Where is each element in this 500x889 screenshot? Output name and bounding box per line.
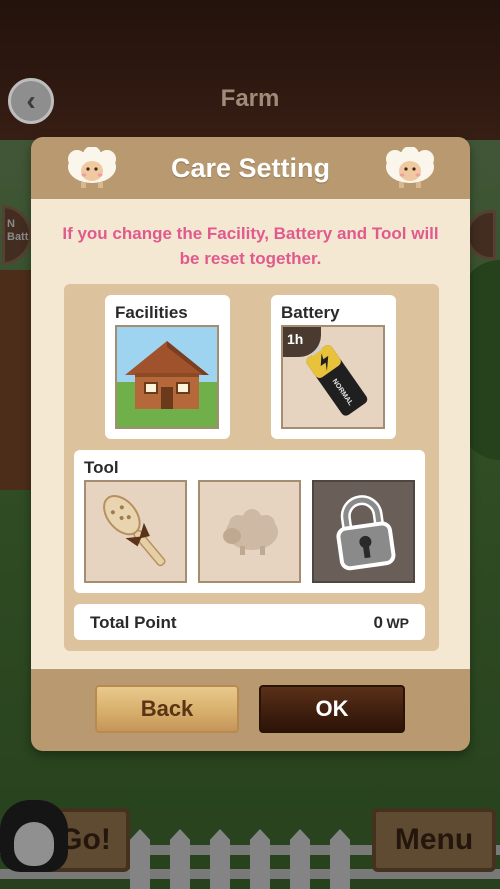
tool-slot-1[interactable]	[84, 480, 187, 583]
sheep-placeholder-icon	[223, 509, 278, 555]
sheep-icon	[68, 147, 116, 188]
tool-slot-2[interactable]	[198, 480, 301, 583]
dialog-title: Care Setting	[170, 152, 331, 183]
tool-label: Tool	[84, 458, 119, 477]
total-point-bar: Total Point 0 WP	[74, 604, 425, 640]
ok-button-label: OK	[315, 696, 349, 721]
back-button[interactable]: Back	[95, 685, 239, 733]
total-point-value: 0	[373, 613, 383, 632]
battery-label: Battery	[281, 303, 340, 322]
facility-slot[interactable]	[115, 325, 219, 429]
care-setting-dialog: Care Setting If you change the Facility,…	[31, 137, 470, 751]
dialog-header: Care Setting	[31, 137, 470, 199]
ok-button[interactable]: OK	[259, 685, 405, 733]
total-point-label: Total Point	[90, 613, 177, 632]
battery-slot[interactable]: 1h NORMAL	[281, 325, 385, 429]
sheep-icon	[386, 147, 434, 188]
tool-slot-3-locked[interactable]	[312, 480, 415, 583]
facilities-card[interactable]: Facilities	[105, 295, 230, 439]
facilities-label: Facilities	[115, 303, 188, 322]
back-button-label: Back	[140, 696, 194, 721]
total-point-unit: WP	[386, 615, 409, 631]
house-icon	[117, 327, 217, 427]
brush-icon	[103, 495, 166, 567]
reset-notice: If you change the Facility, Battery and …	[62, 224, 439, 268]
tool-card: Tool	[74, 450, 425, 593]
battery-card[interactable]: Battery 1h NORMAL	[271, 295, 396, 439]
lock-icon	[336, 495, 396, 571]
duration-badge-label: 1h	[287, 331, 304, 347]
page-title: Farm	[220, 85, 280, 112]
